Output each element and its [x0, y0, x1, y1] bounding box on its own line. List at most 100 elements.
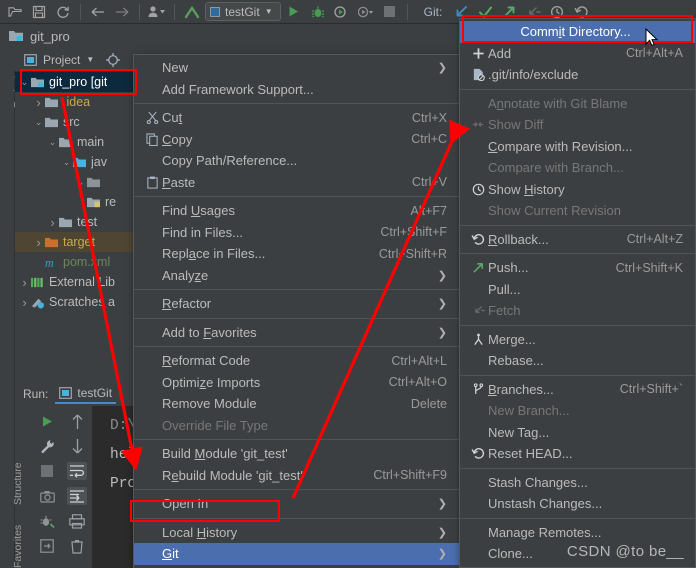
menu-item-remove-module[interactable]: Remove Module Delete	[134, 393, 459, 415]
menu-item-label: Local History	[162, 524, 238, 540]
run-label: Run:	[23, 387, 49, 401]
sync-icon[interactable]	[52, 2, 74, 22]
debug-attach-icon[interactable]	[37, 512, 57, 530]
scroll-down-icon[interactable]	[67, 437, 87, 455]
menu-item-open-in[interactable]: Open In ❯	[134, 493, 459, 515]
menu-item-stash-changes[interactable]: Stash Changes...	[460, 472, 695, 494]
plus-icon	[468, 47, 488, 60]
profile-dropdown-icon[interactable]	[355, 2, 377, 22]
menu-item-new[interactable]: New ❯	[134, 57, 459, 79]
menu-item-commit-directory[interactable]: Commit Directory...	[460, 21, 695, 43]
debug-button[interactable]	[307, 2, 329, 22]
save-icon[interactable]	[28, 2, 50, 22]
scroll-up-icon[interactable]	[67, 412, 87, 430]
toolbar-separator-2	[139, 3, 140, 20]
print-icon[interactable]	[67, 512, 87, 530]
menu-item-rebuild-module-git-test[interactable]: Rebuild Module 'git_test' Ctrl+Shift+F9	[134, 465, 459, 487]
stop-icon[interactable]	[37, 462, 57, 480]
run-config-label: testGit	[225, 4, 260, 19]
menu-item-label: New Branch...	[488, 403, 570, 419]
menu-item-manage-remotes[interactable]: Manage Remotes...	[460, 522, 695, 544]
export-icon[interactable]	[37, 537, 57, 555]
menu-item-add-framework-support[interactable]: Add Framework Support...	[134, 79, 459, 101]
library-icon	[30, 276, 45, 289]
menu-item-label: Paste	[162, 174, 196, 190]
build-icon[interactable]	[181, 2, 203, 22]
menu-item-label: Show Diff	[488, 117, 544, 133]
menu-item-reformat-code[interactable]: Reformat Code Ctrl+Alt+L	[134, 350, 459, 372]
menu-item-replace-in-files[interactable]: Replace in Files... Ctrl+Shift+R	[134, 243, 459, 265]
menu-item-copy-path-reference[interactable]: Copy Path/Reference...	[134, 150, 459, 172]
menu-item-pull[interactable]: Pull...	[460, 279, 695, 301]
tree-node-label: test	[77, 215, 98, 229]
menu-item-git[interactable]: Git ❯	[134, 543, 459, 565]
menu-item-git-info-exclude[interactable]: .git/info/exclude	[460, 64, 695, 86]
wrench-icon[interactable]	[37, 437, 57, 455]
chevron-right-icon[interactable]: ›	[33, 95, 44, 110]
user-icon[interactable]	[146, 2, 168, 22]
menu-item-local-history[interactable]: Local History ❯	[134, 522, 459, 544]
project-context-menu[interactable]: New ❯ Add Framework Support... Cut Ctrl+X Cop…	[133, 54, 460, 568]
back-arrow-icon[interactable]	[87, 2, 109, 22]
menu-item-new-tag[interactable]: New Tag...	[460, 422, 695, 444]
menu-item-shortcut: Ctrl+Alt+Z	[626, 232, 683, 247]
rerun-icon[interactable]	[37, 412, 57, 430]
menu-item-merge[interactable]: Merge...	[460, 329, 695, 351]
chevron-down-icon[interactable]: ⌄	[47, 137, 58, 148]
menu-item-find-usages[interactable]: Find Usages Alt+F7	[134, 200, 459, 222]
run-button[interactable]	[283, 2, 305, 22]
menu-item-compare-with-revision[interactable]: Compare with Revision...	[460, 136, 695, 158]
chevron-down-icon[interactable]: ▼	[86, 55, 94, 64]
menu-item-optimize-imports[interactable]: Optimize Imports Ctrl+Alt+O	[134, 372, 459, 394]
stop-button[interactable]	[379, 2, 401, 22]
chevron-right-icon[interactable]: ›	[19, 295, 30, 310]
chevron-down-icon[interactable]: ⌄	[33, 117, 44, 128]
menu-item-build-module-git-test[interactable]: Build Module 'git_test'	[134, 443, 459, 465]
camera-icon[interactable]	[37, 487, 57, 505]
menu-item-unstash-changes[interactable]: Unstash Changes...	[460, 493, 695, 515]
soft-wrap-icon[interactable]	[67, 462, 87, 480]
menu-item-label: Rebuild Module 'git_test'	[162, 467, 303, 483]
trash-icon[interactable]	[67, 537, 87, 555]
chevron-down-icon[interactable]: ⌄	[19, 77, 30, 88]
menu-item-rollback[interactable]: Rollback... Ctrl+Alt+Z	[460, 229, 695, 251]
menu-item-add-to-favorites[interactable]: Add to Favorites ❯	[134, 322, 459, 344]
menu-item-label: Reset HEAD...	[488, 446, 573, 462]
menu-item-shortcut: Ctrl+Shift+F	[380, 225, 447, 240]
menu-item-show-history[interactable]: Show History	[460, 179, 695, 201]
reset-icon	[468, 447, 488, 460]
project-toolwindow-title[interactable]: Project	[43, 53, 80, 67]
menu-item-reload-from-disk[interactable]: Reload from Disk	[134, 565, 459, 568]
menu-item-push[interactable]: Push... Ctrl+Shift+K	[460, 257, 695, 279]
locate-icon[interactable]	[106, 52, 121, 67]
run-with-coverage-icon[interactable]	[331, 2, 353, 22]
menu-item-branches[interactable]: Branches... Ctrl+Shift+`	[460, 379, 695, 401]
menu-item-label: Merge...	[488, 331, 536, 347]
forward-arrow-icon[interactable]	[111, 2, 133, 22]
resource-folder-icon	[86, 196, 101, 209]
menu-item-rebase[interactable]: Rebase...	[460, 350, 695, 372]
chevron-down-icon[interactable]: ⌄	[61, 157, 72, 168]
menu-item-shortcut: Ctrl+Shift+R	[378, 246, 447, 261]
sidebar-tab-structure[interactable]: Structure	[12, 462, 24, 505]
open-folder-icon[interactable]	[4, 2, 26, 22]
sidebar-tab-favorites[interactable]: Favorites	[12, 525, 24, 568]
chevron-right-icon[interactable]: ›	[47, 215, 58, 230]
chevron-right-icon[interactable]: ›	[33, 235, 44, 250]
menu-item-reset-head[interactable]: Reset HEAD...	[460, 443, 695, 465]
menu-item-cut[interactable]: Cut Ctrl+X	[134, 107, 459, 129]
menu-item-find-in-files[interactable]: Find in Files... Ctrl+Shift+F	[134, 222, 459, 244]
menu-item-add[interactable]: Add Ctrl+Alt+A	[460, 43, 695, 65]
chevron-right-icon[interactable]: ›	[19, 275, 30, 290]
git-submenu[interactable]: Commit Directory... Add Ctrl+Alt+A .git/inf…	[459, 18, 696, 568]
menu-separator	[460, 253, 695, 254]
menu-item-paste[interactable]: Paste Ctrl+V	[134, 172, 459, 194]
run-configuration-selector[interactable]: testGit ▼	[205, 2, 281, 21]
menu-item-refactor[interactable]: Refactor ❯	[134, 293, 459, 315]
tree-node-label: External Lib	[49, 275, 116, 289]
menu-item-copy[interactable]: Copy Ctrl+C	[134, 129, 459, 151]
chevron-down-icon[interactable]: ⌄	[75, 177, 86, 188]
scroll-to-end-icon[interactable]	[67, 487, 87, 505]
run-tab[interactable]: testGit	[55, 384, 117, 404]
menu-item-analyze[interactable]: Analyze ❯	[134, 265, 459, 287]
